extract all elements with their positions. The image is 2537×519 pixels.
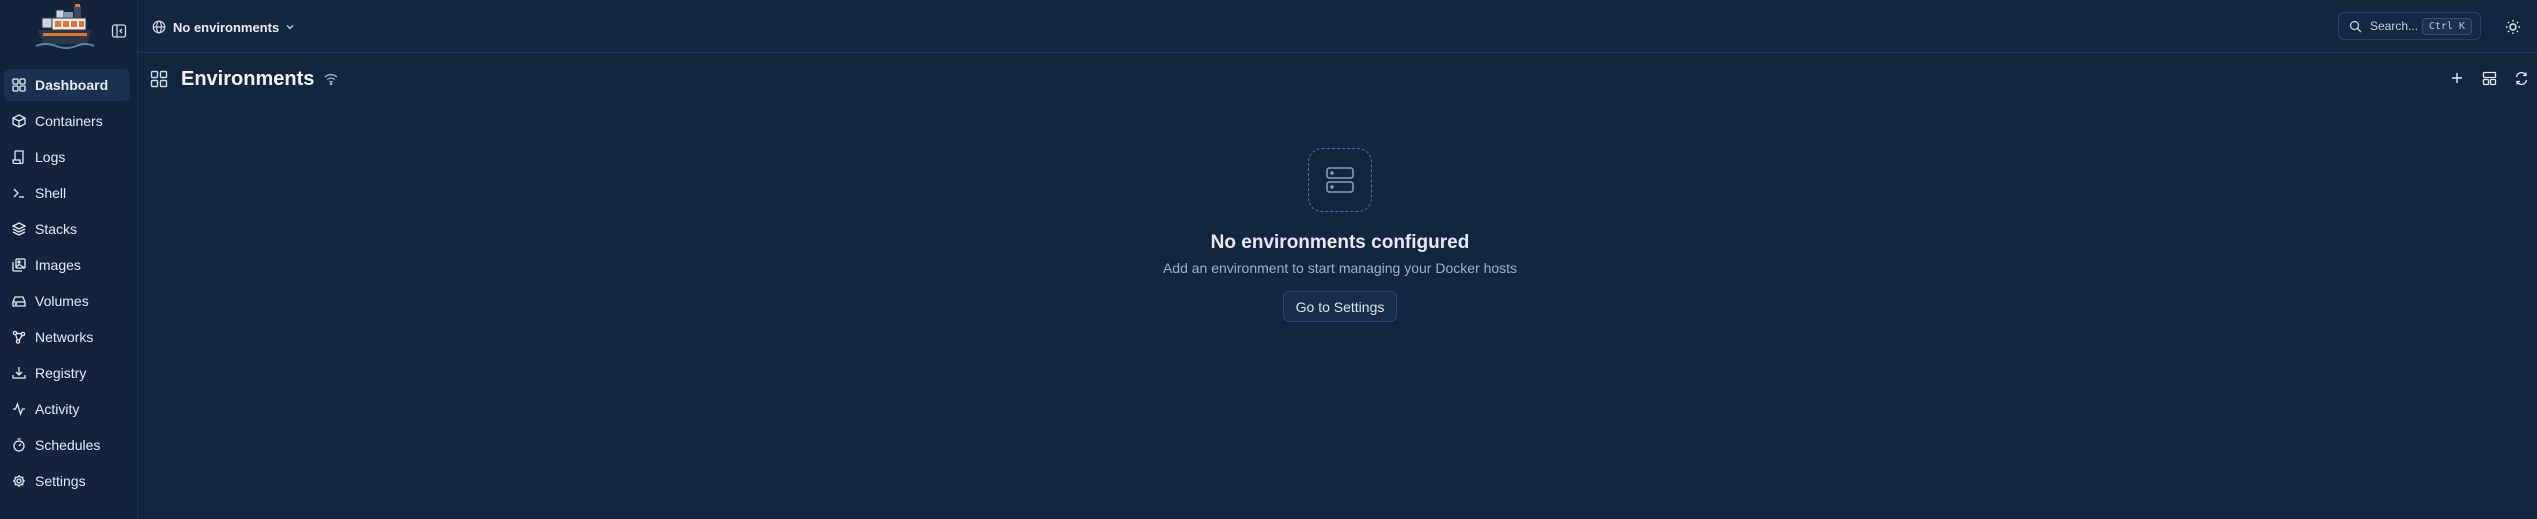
images-icon [11,257,27,273]
search-shortcut-badge: Ctrl K [2421,18,2472,35]
environment-selector[interactable]: No environments [152,16,295,38]
panel-left-icon [111,24,127,38]
empty-state-title: No environments configured [1210,232,1470,253]
hard-drive-icon [11,293,27,309]
sidebar-item-label: Dashboard [35,77,109,93]
sidebar-item-images[interactable]: Images [4,249,130,281]
plus-icon [2452,73,2462,83]
gear-icon [11,473,27,489]
go-to-settings-button[interactable]: Go to Settings [1282,291,1398,322]
environment-label: No environments [173,19,280,35]
sidebar-nav: Dashboard Containers Logs Shell Stacks I… [4,69,130,501]
collapse-sidebar-button[interactable] [110,22,128,40]
sidebar-item-activity[interactable]: Activity [4,393,130,425]
sidebar-item-logs[interactable]: Logs [4,141,130,173]
sidebar-item-label: Schedules [35,437,101,453]
sidebar-item-label: Images [35,257,81,273]
scroll-icon [11,149,27,165]
layers-icon [11,221,27,237]
sidebar-item-stacks[interactable]: Stacks [4,213,130,245]
sidebar-item-label: Registry [35,365,87,381]
sidebar-item-label: Activity [35,401,80,417]
page-header: Environments [150,66,338,92]
layout-toggle-button[interactable] [2473,66,2505,90]
box-icon [11,113,27,129]
sidebar-item-networks[interactable]: Networks [4,321,130,353]
sidebar-item-volumes[interactable]: Volumes [4,285,130,317]
search-placeholder: Search... [2370,19,2419,33]
sidebar-item-registry[interactable]: Registry [4,357,130,389]
sun-icon [2506,20,2520,34]
search-icon [2349,20,2362,32]
sidebar-item-label: Logs [35,149,66,165]
activity-icon [11,401,27,417]
header-actions [2441,66,2537,90]
sidebar-item-label: Shell [35,185,67,201]
empty-state-subtitle: Add an environment to start managing you… [1162,260,1518,276]
refresh-button[interactable] [2505,66,2537,90]
sidebar: Dashboard Containers Logs Shell Stacks I… [0,0,138,519]
sidebar-item-dashboard[interactable]: Dashboard [4,69,130,101]
sidebar-item-label: Volumes [35,293,89,309]
sidebar-item-label: Networks [35,329,94,345]
grid-icon [150,70,168,88]
empty-state: No environments configured Add an enviro… [1140,148,1540,322]
topbar: No environments Search... Ctrl K [138,0,2537,53]
wifi-icon [324,74,338,85]
network-icon [11,329,27,345]
sidebar-item-label: Stacks [35,221,78,237]
sidebar-item-shell[interactable]: Shell [4,177,130,209]
theme-toggle-button[interactable] [2503,17,2523,37]
timer-icon [11,437,27,453]
layout-icon [2482,71,2496,85]
refresh-icon [2515,71,2527,85]
chevron-down-icon [286,25,294,30]
globe-icon [152,20,166,34]
sidebar-item-settings[interactable]: Settings [4,465,130,497]
search-input[interactable]: Search... Ctrl K [2338,12,2481,40]
add-environment-button[interactable] [2441,66,2473,90]
sidebar-item-label: Settings [35,473,86,489]
sidebar-item-schedules[interactable]: Schedules [4,429,130,461]
sidebar-item-containers[interactable]: Containers [4,105,130,137]
server-icon [1308,148,1372,212]
dockhand-logo[interactable] [34,2,96,60]
terminal-icon [11,185,27,201]
sidebar-item-label: Containers [35,113,103,129]
page-title: Environments [181,67,315,90]
download-icon [11,365,27,381]
dashboard-grid-icon [11,77,27,93]
